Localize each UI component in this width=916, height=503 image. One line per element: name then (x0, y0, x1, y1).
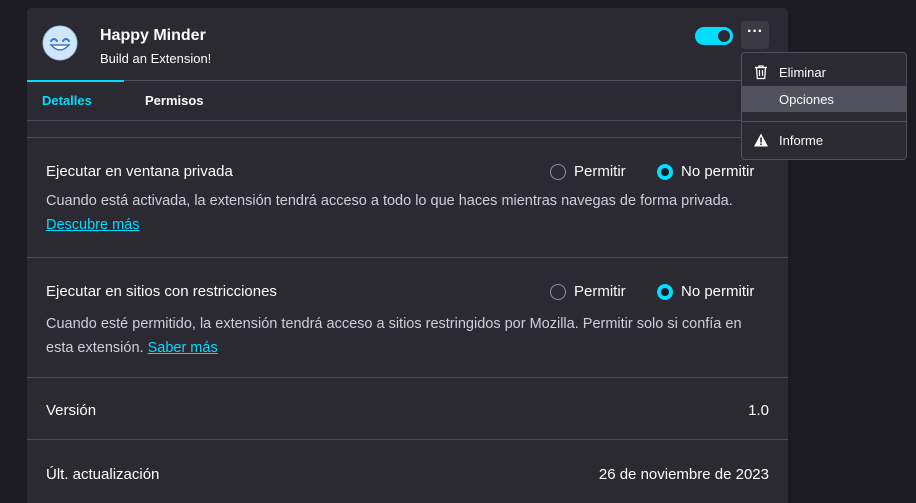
learn-more-link[interactable]: Descubre más (46, 217, 139, 233)
menu-separator (742, 121, 906, 122)
learn-more-link[interactable]: Saber más (148, 340, 218, 356)
toggle-knob (718, 30, 730, 42)
description-text: Cuando está activada, la extensión tendr… (46, 193, 733, 209)
tab-bar: Detalles Permisos (27, 80, 788, 118)
radio-label: No permitir (681, 283, 755, 300)
restricted-sites-description: Cuando esté permitido, la extensión tend… (46, 312, 746, 360)
divider (27, 137, 788, 138)
more-options-button[interactable]: ··· (741, 21, 769, 49)
divider (27, 257, 788, 258)
tab-details[interactable]: Detalles (42, 93, 92, 108)
warning-icon (753, 132, 769, 148)
extension-logo-icon (42, 25, 78, 61)
radio-checked-icon (657, 164, 673, 180)
extension-header: Happy Minder Build an Extension! ··· (27, 8, 788, 80)
radio-unchecked-icon (550, 164, 566, 180)
version-value: 1.0 (748, 402, 769, 419)
private-window-title: Ejecutar en ventana privada (46, 163, 233, 180)
menu-item-label: Eliminar (779, 65, 826, 80)
last-updated-value: 26 de noviembre de 2023 (598, 466, 769, 483)
radio-unchecked-icon (550, 284, 566, 300)
restricted-sites-radio-group: Permitir No permitir (550, 283, 780, 303)
last-updated-label: Últ. actualización (46, 466, 160, 483)
radio-label: Permitir (574, 283, 626, 300)
extension-card: Happy Minder Build an Extension! ··· Det… (27, 8, 788, 503)
menu-item-options[interactable]: Opciones (742, 86, 906, 112)
radio-checked-icon (657, 284, 673, 300)
trash-icon (753, 64, 769, 80)
menu-item-remove[interactable]: Eliminar (742, 59, 906, 85)
extension-description: Build an Extension! (100, 51, 212, 66)
active-tab-indicator (27, 80, 124, 82)
menu-item-label: Informe (779, 133, 824, 148)
radio-label: Permitir (574, 163, 626, 180)
restricted-sites-title: Ejecutar en sitios con restricciones (46, 283, 277, 300)
menu-item-report[interactable]: Informe (742, 127, 906, 153)
menu-item-label: Opciones (779, 92, 834, 107)
divider (27, 120, 788, 121)
private-window-description: Cuando está activada, la extensión tendr… (46, 189, 746, 237)
extension-context-menu: Eliminar Opciones Informe (741, 52, 907, 160)
extension-name: Happy Minder (100, 27, 206, 44)
radio-label: No permitir (681, 163, 755, 180)
divider (27, 377, 788, 378)
version-label: Versión (46, 402, 97, 419)
extension-enable-toggle[interactable] (695, 27, 733, 45)
tab-permissions[interactable]: Permisos (145, 93, 204, 108)
divider (27, 439, 788, 440)
private-window-radio-group: Permitir No permitir (550, 163, 780, 183)
